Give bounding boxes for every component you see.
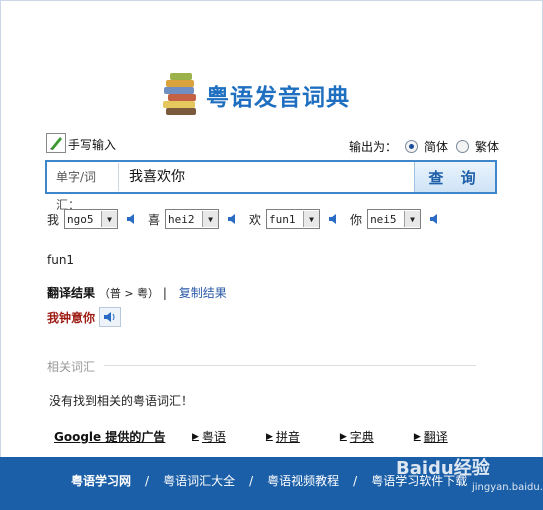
footer-separator: / [249,473,254,488]
play-triangle-icon: ▶ [265,431,273,442]
play-triangle-icon: ▶ [339,431,347,442]
syllable-select[interactable]: nei5 ▼ [367,209,422,229]
chevron-down-icon: ▼ [303,211,320,227]
watermark-brand: Baidu经验 [396,458,490,479]
syllable-select[interactable]: hei2 ▼ [165,209,220,229]
syllable-select-value: fun1 [269,212,296,226]
handwrite-label: 手写输入 [68,138,117,152]
translation-separator: | [162,286,167,300]
logo: 粤语发音词典 [160,70,350,120]
chevron-down-icon: ▼ [101,211,118,227]
chevron-down-icon: ▼ [202,211,219,227]
translation-result: 我钟意你 [47,307,122,327]
footer-link[interactable]: 粤语视频教程 [267,472,339,489]
play-triangle-icon: ▶ [413,431,421,442]
translation-header: 翻译结果 （普 > 粤） | 复制结果 [47,284,227,301]
watermark-url: jingyan.baidu.com [472,482,543,493]
translation-result-text: 我钟意你 [47,310,96,325]
phonetic-line: fun1 [47,253,75,267]
watermark: Baidu经验 jingyan.baidu.com [396,452,543,502]
syllable-char: 我 [47,212,60,227]
syllable-select-value: nei5 [370,212,397,226]
app-title: 粤语发音词典 [206,85,350,111]
ad-link[interactable]: ▶ 粤语 [192,428,226,445]
syllable-select-value: ngo5 [67,212,94,226]
syllable-selectors: 我 ngo5 ▼ 喜 hei2 ▼ 欢 fun1 ▼ 你 nei5 ▼ [47,209,451,229]
pencil-icon [46,133,66,153]
syllable-char: 喜 [148,212,161,227]
translation-direction: （普 > 粤） [98,287,160,300]
syllable-select-value: hei2 [168,212,195,226]
speaker-icon[interactable] [126,213,138,225]
ad-link[interactable]: ▶ 翻译 [414,428,448,445]
radio-simplified[interactable] [404,140,418,153]
speaker-icon[interactable] [429,213,441,225]
copy-result-link[interactable]: 复制结果 [179,286,227,300]
syllable-group: 你 nei5 ▼ [350,209,441,229]
syllable-group: 我 ngo5 ▼ [47,209,138,229]
related-title: 相关词汇 [47,360,96,374]
related-divider [104,365,476,366]
translation-label: 翻译结果 [47,286,96,300]
ads-row: Google 提供的广告 ▶ 粤语 ▶ 拼音 ▶ 字典 ▶ 翻译 [54,428,448,445]
radio-traditional-label[interactable]: 繁体 [475,138,499,155]
speaker-icon[interactable] [227,213,239,225]
footer-separator: / [145,473,150,488]
output-label: 输出为： [348,140,397,154]
radio-traditional[interactable] [455,140,469,153]
ad-link-label: 字典 [349,430,374,444]
search-bar: 单字/词汇： 我喜欢你 查 询 [45,160,497,212]
handwrite-toggle[interactable]: 手写输入 [46,133,116,153]
chevron-down-icon: ▼ [404,211,421,227]
ad-link-label: 粤语 [201,430,226,444]
google-ads-link[interactable]: Google 提供的广告 [54,428,192,445]
syllable-select[interactable]: ngo5 ▼ [64,209,119,229]
syllable-char: 你 [350,212,363,227]
speaker-icon[interactable] [99,307,122,327]
footer-link[interactable]: 粤语词汇大全 [163,472,235,489]
syllable-group: 欢 fun1 ▼ [249,209,340,229]
footer-separator: / [353,473,358,488]
ad-link-label: 拼音 [275,430,300,444]
speaker-icon[interactable] [328,213,340,225]
search-input[interactable]: 我喜欢你 [119,163,414,191]
play-triangle-icon: ▶ [192,431,199,442]
search-field-label: 单字/词汇： [47,163,119,212]
footer-link[interactable]: 粤语学习网 [71,472,131,489]
syllable-select[interactable]: fun1 ▼ [266,209,321,229]
output-options: 输出为： 简体 繁体 [349,138,499,155]
related-empty-message: 没有找到相关的粤语词汇！ [49,394,194,408]
ad-link[interactable]: ▶ 字典 [340,428,374,445]
ad-link-label: 翻译 [423,430,448,444]
search-button[interactable]: 查 询 [414,162,495,192]
syllable-char: 欢 [249,212,262,227]
ad-link[interactable]: ▶ 拼音 [266,428,300,445]
books-icon [160,71,202,119]
syllable-group: 喜 hei2 ▼ [148,209,239,229]
radio-simplified-label[interactable]: 简体 [424,138,448,155]
